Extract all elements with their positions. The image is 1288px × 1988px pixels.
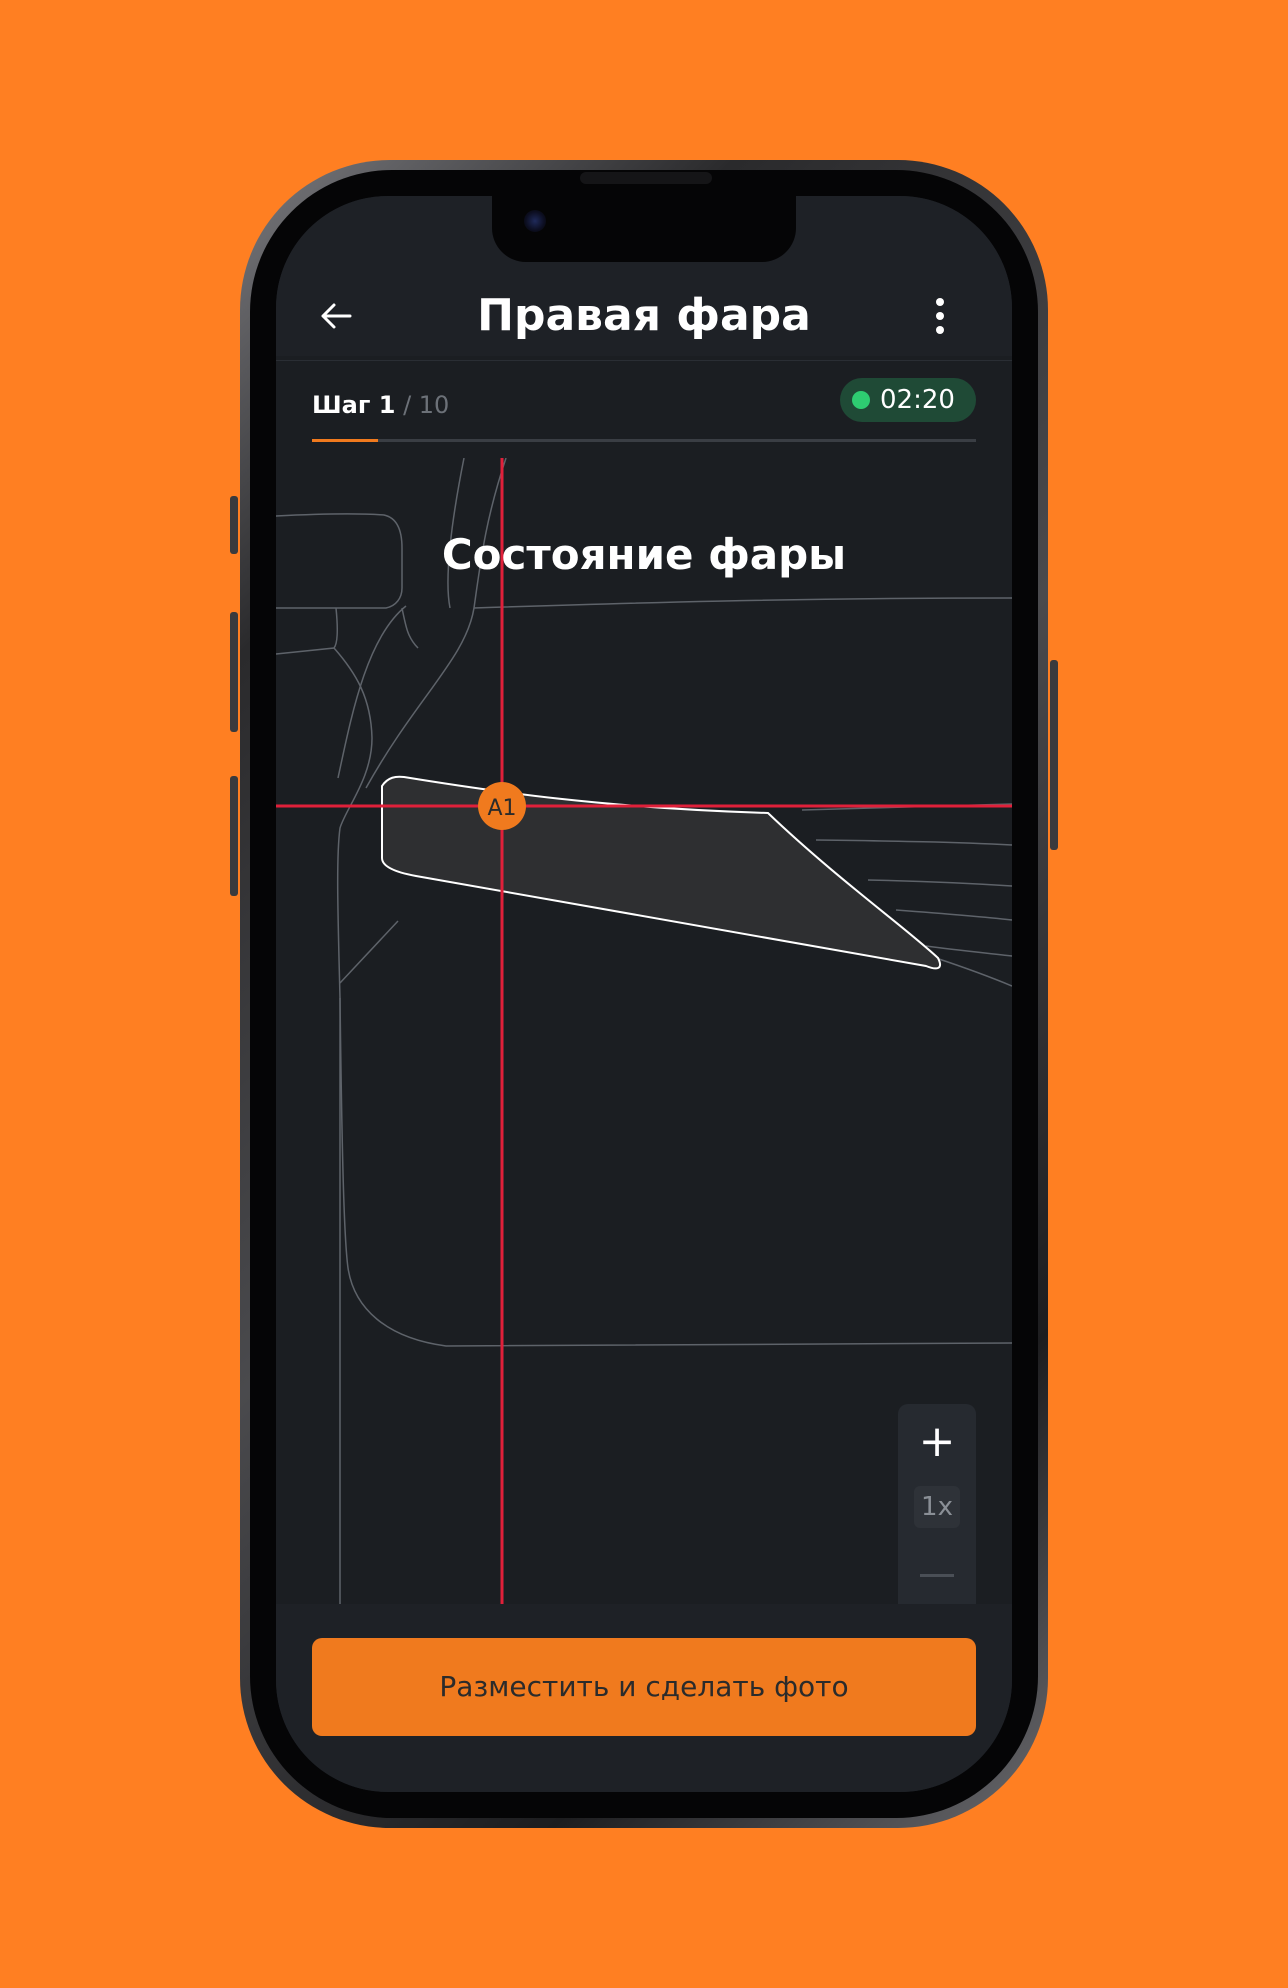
- grille-line-2: [815, 839, 1012, 846]
- zoom-level: 1x: [914, 1486, 960, 1528]
- marker-a1[interactable]: A1: [478, 782, 526, 830]
- a-pillar-line-3: [365, 458, 507, 789]
- a-pillar-line-1: [337, 605, 407, 779]
- power-button: [1050, 660, 1058, 850]
- volume-up-button: [230, 612, 238, 732]
- step-total: / 10: [395, 391, 450, 419]
- door-line-2: [401, 607, 419, 649]
- part-title: Состояние фары: [441, 530, 847, 579]
- hood-line: [473, 597, 1012, 609]
- grille-line-5: [925, 945, 1012, 957]
- marker-label: A1: [487, 796, 516, 821]
- bumper-line-1: [339, 997, 1012, 1347]
- zoom-control: + 1x: [898, 1404, 976, 1618]
- earpiece-speaker: [580, 172, 712, 184]
- step-progress-bar: [312, 439, 976, 442]
- app-screen: Правая фара Шаг 1 / 10 02:20 A1 Состояни…: [276, 196, 1012, 1792]
- place-and-photo-button[interactable]: Разместить и сделать фото: [312, 1638, 976, 1736]
- back-button[interactable]: [312, 292, 360, 340]
- mute-switch: [230, 496, 238, 554]
- fender-line-1: [333, 647, 373, 1604]
- timer-value: 02:20: [880, 385, 955, 415]
- photo-canvas[interactable]: A1 Состояние фары + 1x: [276, 458, 1012, 1618]
- arrow-left-icon: [321, 303, 352, 329]
- grille-line-6: [935, 957, 1012, 987]
- step-current: Шаг 1: [312, 391, 396, 419]
- more-menu-button[interactable]: [916, 292, 964, 340]
- status-dot-icon: [852, 391, 870, 409]
- grille-line-3: [867, 879, 1012, 887]
- zoom-in-button[interactable]: +: [898, 1414, 976, 1470]
- step-indicator: Шаг 1 / 10: [312, 390, 449, 420]
- door-line-1: [276, 607, 339, 655]
- zoom-out-button[interactable]: [920, 1574, 954, 1577]
- volume-down-button: [230, 776, 238, 896]
- grille-line-4: [895, 909, 1012, 921]
- step-progress-fill: [312, 439, 379, 442]
- page-title: Правая фара: [477, 290, 811, 341]
- front-camera-icon: [524, 210, 546, 232]
- timer-badge: 02:20: [840, 378, 976, 422]
- bumper-line-2: [339, 920, 399, 984]
- bottom-bar: Разместить и сделать фото: [276, 1604, 1012, 1792]
- more-vertical-icon: [936, 298, 944, 334]
- header-divider: [276, 360, 1012, 361]
